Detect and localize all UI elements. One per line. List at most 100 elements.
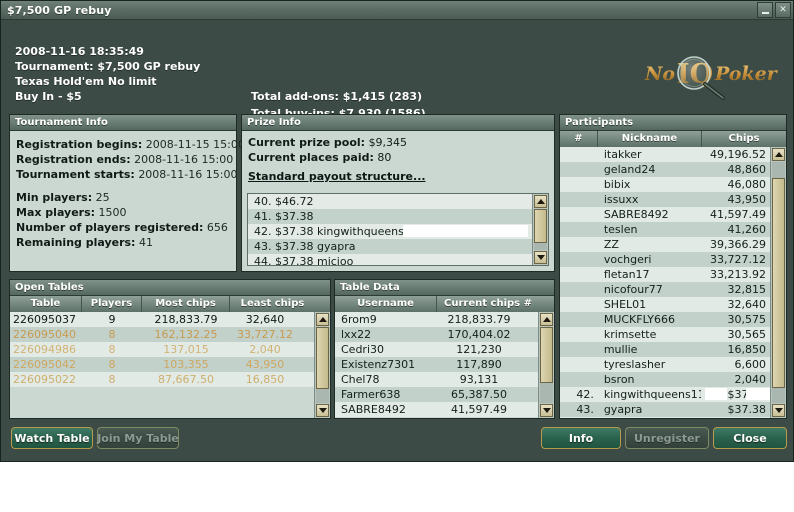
column-header-most-chips[interactable]: Most chips (142, 296, 230, 312)
table-row[interactable]: 226094986 8 137,015 2,040 (10, 342, 314, 357)
scroll-track[interactable] (316, 327, 329, 403)
column-header-table[interactable]: Table (10, 296, 82, 312)
open-tables-header-row: Table Players Most chips Least chips (10, 296, 330, 313)
header-buy-in: Buy In - $5 (15, 90, 82, 103)
table-row[interactable]: mullie 16,850 (560, 342, 770, 357)
table-row[interactable]: SABRE8492 41,597.49 (560, 207, 770, 222)
scroll-track[interactable] (534, 209, 547, 250)
table-row[interactable]: issuxx 43,950 (560, 192, 770, 207)
open-tables-title: Open Tables (10, 280, 330, 296)
scroll-up-button[interactable] (772, 148, 785, 161)
table-row[interactable]: 226095022 8 87,667.50 16,850 (10, 372, 314, 387)
participants-scrollbar[interactable] (770, 147, 786, 418)
participant-index (560, 282, 598, 297)
list-item[interactable]: 40. $46.72 (248, 194, 532, 209)
watch-table-button[interactable]: Watch Table (11, 427, 93, 449)
open-table-id: 226095037 (13, 313, 76, 326)
participant-nickname: vochgeri (603, 253, 652, 266)
table-row[interactable]: fletan17 33,213.92 (560, 267, 770, 282)
table-row[interactable]: ZZ 39,366.29 (560, 237, 770, 252)
info-button[interactable]: Info (541, 427, 621, 449)
scroll-up-button[interactable] (316, 313, 329, 326)
column-header-players[interactable]: Players (82, 296, 142, 312)
table-row[interactable]: Existenz7301 117,890 (335, 357, 538, 372)
participant-chips: 41,597.49 (710, 208, 766, 221)
list-item[interactable]: 41. $37.38 (248, 209, 532, 224)
table-row[interactable]: geland24 48,860 (560, 162, 770, 177)
prize-pool-value: $9,345 (368, 136, 408, 149)
participant-chips: $37.38 (727, 403, 767, 416)
open-tables-scrollbar[interactable] (314, 312, 330, 418)
participants-title: Participants (560, 115, 786, 131)
table-row[interactable]: 226095042 8 103,355 43,950 (10, 357, 314, 372)
list-item[interactable]: 44. $37.38 micioo (248, 254, 532, 265)
payout-structure-link[interactable]: Standard payout structure... (248, 170, 426, 183)
minimize-button[interactable] (757, 2, 773, 18)
table-row[interactable]: 43. gyapra $37.38 (560, 402, 770, 417)
column-header-nickname[interactable]: Nickname (598, 131, 702, 147)
scroll-down-button[interactable] (540, 404, 553, 417)
places-paid-value: 80 (377, 151, 392, 164)
scroll-down-button[interactable] (534, 251, 547, 264)
participant-nickname: bsron (603, 373, 635, 386)
scroll-up-button[interactable] (540, 313, 553, 326)
scroll-down-button[interactable] (772, 404, 785, 417)
table-row[interactable]: bsron 2,040 (560, 372, 770, 387)
table-row[interactable]: SABRE8492 41,597.49 (335, 402, 538, 417)
minimize-icon (761, 11, 769, 14)
participant-chips: 16,850 (727, 343, 767, 356)
table-row[interactable]: Chel78 93,131 (335, 372, 538, 387)
table-row[interactable]: MUCKFLY666 30,575 (560, 312, 770, 327)
chevron-down-icon (318, 408, 327, 413)
scroll-track[interactable] (772, 162, 785, 403)
table-row[interactable]: 6rom9 218,833.79 (335, 312, 538, 327)
table-data-username: 6rom9 (341, 313, 377, 326)
scroll-thumb[interactable] (540, 327, 553, 383)
table-data-username: SABRE8492 (341, 403, 406, 416)
open-table-most-chips: 137,015 (163, 343, 209, 356)
participant-index (560, 207, 598, 222)
table-row[interactable]: 226095040 8 162,132.25 33,727.12 (10, 327, 314, 342)
participant-nickname: mullie (603, 343, 638, 356)
participant-chips: $37.38 (701, 417, 770, 418)
unregister-button[interactable]: Unregister (625, 427, 709, 449)
scroll-thumb[interactable] (772, 178, 785, 388)
table-row[interactable]: 44.micioo$37.38 (560, 417, 770, 418)
scroll-thumb[interactable] (534, 209, 547, 243)
column-header-least-chips[interactable]: Least chips (230, 296, 315, 312)
participant-nickname: ZZ (603, 238, 619, 251)
info-label: Registration begins: (16, 138, 143, 151)
table-row[interactable]: 42.kingwithqueens11$37.38 (560, 387, 770, 402)
table-row[interactable]: nicofour77 32,815 (560, 282, 770, 297)
scroll-down-button[interactable] (316, 404, 329, 417)
close-window-button[interactable]: ✕ (775, 2, 791, 18)
scroll-thumb[interactable] (316, 327, 329, 389)
table-row[interactable]: Cedri30 121,230 (335, 342, 538, 357)
info-label: Tournament starts: (16, 168, 135, 181)
column-header-index[interactable]: # (560, 131, 598, 147)
column-header-current-chips[interactable]: Current chips # (437, 296, 539, 312)
table-row[interactable]: itakker 49,196.52 (560, 147, 770, 162)
column-header-chips[interactable]: Chips (702, 131, 786, 147)
close-button[interactable]: Close (713, 427, 787, 449)
table-row[interactable]: teslen 41,260 (560, 222, 770, 237)
column-header-username[interactable]: Username (335, 296, 437, 312)
join-my-table-button[interactable]: Join My Table (97, 427, 179, 449)
table-row[interactable]: vochgeri 33,727.12 (560, 252, 770, 267)
scroll-track[interactable] (540, 327, 553, 403)
open-table-id: 226095022 (13, 373, 76, 386)
scroll-up-button[interactable] (534, 195, 547, 208)
table-row[interactable]: tyreslasher 6,600 (560, 357, 770, 372)
list-item[interactable]: 43. $37.38 gyapra (248, 239, 532, 254)
table-row[interactable]: SHEL01 32,640 (560, 297, 770, 312)
list-item-selected[interactable]: 42. $37.38 kingwithqueens111 (248, 224, 532, 239)
table-data-scrollbar[interactable] (538, 312, 554, 418)
payout-scrollbar[interactable] (532, 194, 548, 265)
table-row[interactable]: lxx22 170,404.02 (335, 327, 538, 342)
table-row[interactable]: 226095037 9 218,833.79 32,640 (10, 312, 314, 327)
info-row: Registration ends: 2008-11-16 15:00 (16, 152, 236, 167)
participant-nickname: kingwithqueens11 (603, 388, 702, 401)
table-row[interactable]: Farmer638 65,387.50 (335, 387, 538, 402)
table-row[interactable]: krimsette 30,565 (560, 327, 770, 342)
table-row[interactable]: bibix 46,080 (560, 177, 770, 192)
